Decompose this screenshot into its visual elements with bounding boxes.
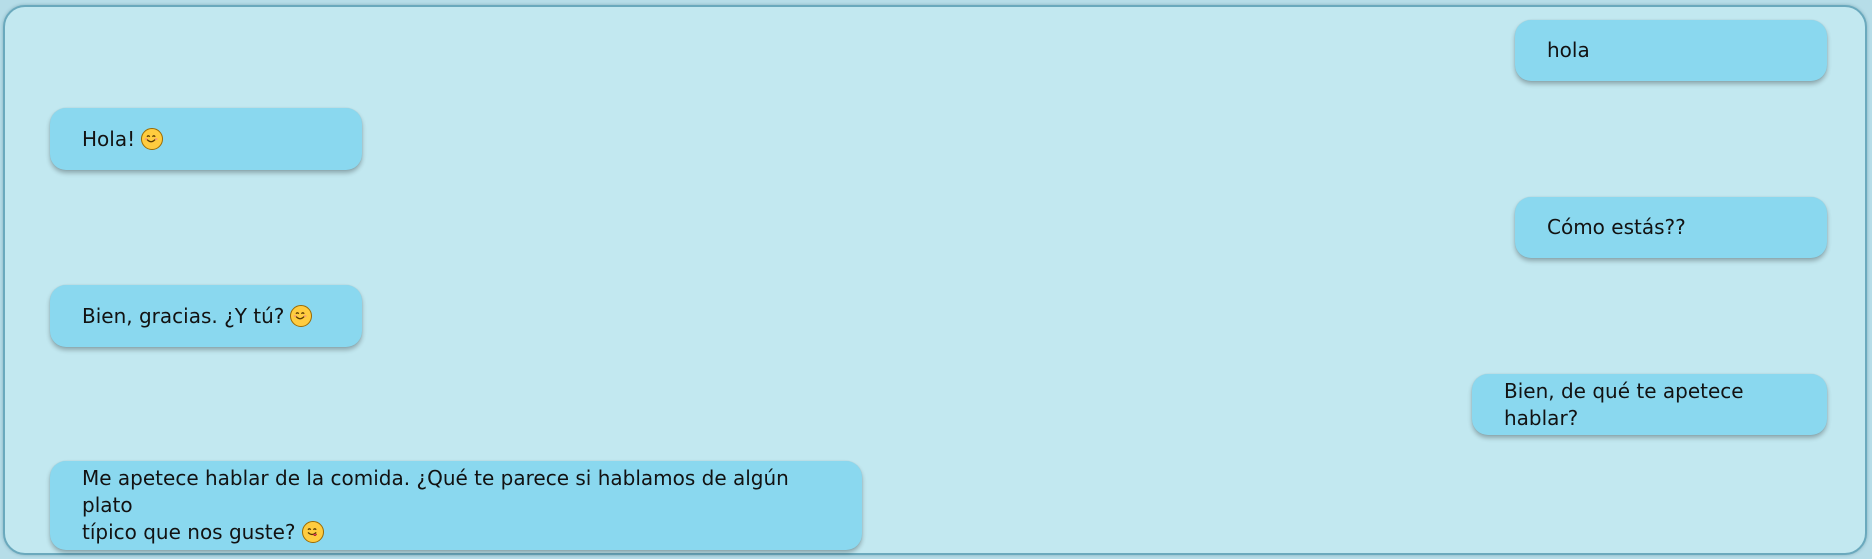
smiling-face-icon (141, 128, 164, 150)
message-text-content: Me apetece hablar de la comida. ¿Qué te … (82, 466, 789, 544)
smiling-face-icon (290, 305, 313, 327)
bot-message: Bien, gracias. ¿Y tú? (50, 285, 362, 347)
user-message: hola (1515, 20, 1827, 81)
user-message: Bien, de qué te apetece hablar? (1472, 374, 1827, 435)
bot-message: Me apetece hablar de la comida. ¿Qué te … (50, 461, 862, 550)
message-text: Me apetece hablar de la comida. ¿Qué te … (82, 465, 830, 546)
bot-message: Hola! (50, 108, 362, 170)
message-text: Bien, gracias. ¿Y tú? (82, 303, 285, 328)
message-text: Hola! (82, 126, 136, 151)
chat-window: hola Hola! Cómo estás?? Bien, gracias. ¿… (3, 5, 1867, 555)
message-text: hola (1547, 38, 1590, 62)
user-message: Cómo estás?? (1515, 197, 1827, 258)
message-text: Bien, de qué te apetece hablar? (1504, 378, 1750, 430)
message-text: Cómo estás?? (1547, 215, 1686, 239)
yum-face-icon (301, 521, 324, 543)
